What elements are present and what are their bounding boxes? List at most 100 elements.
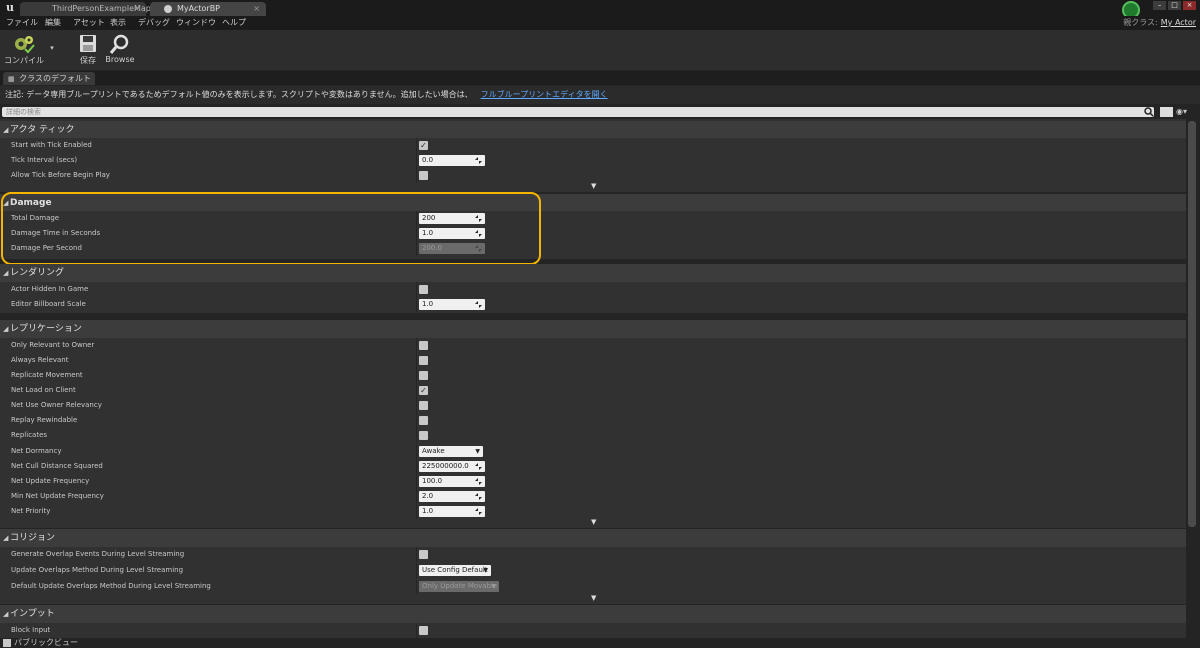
category-title: アクタ ティック	[10, 125, 75, 135]
menu-file[interactable]: ファイル	[6, 17, 38, 29]
property-row: Start with Tick Enabled ✓	[0, 138, 1186, 153]
browse-label: Browse	[105, 55, 135, 64]
property-row: Net Use Owner Relevancy	[0, 398, 1186, 413]
tick-interval-field[interactable]: 0.0	[419, 155, 485, 166]
maximize-button[interactable]: □	[1168, 1, 1181, 10]
chevron-down-icon: ▼	[491, 583, 496, 590]
public-view-label: パブリックビュー	[14, 638, 78, 647]
menu-bar: ファイル 編集 アセット 表示 デバッグ ウィンドウ ヘルプ	[0, 16, 1200, 30]
property-label: Net Dormancy	[11, 447, 62, 455]
net-load-on-client-checkbox[interactable]: ✓	[419, 386, 428, 395]
compile-button[interactable]: コンパイル	[4, 33, 44, 69]
menu-help[interactable]: ヘルプ	[222, 17, 246, 29]
property-label: Replicates	[11, 431, 48, 439]
property-row: Allow Tick Before Begin Play	[0, 168, 1186, 183]
generate-overlap-events-checkbox[interactable]	[419, 550, 428, 559]
property-row: Net Update Frequency 100.0	[0, 474, 1186, 489]
parent-class: 親クラス: My Actor	[1123, 17, 1196, 28]
compile-options-dropdown[interactable]: ▾	[46, 33, 58, 69]
property-row: Replay Rewindable	[0, 413, 1186, 428]
menu-debug[interactable]: デバッグ	[138, 17, 170, 29]
category-collision[interactable]: ◢ コリジョン	[0, 529, 1186, 547]
net-dormancy-dropdown[interactable]: Awake ▼	[419, 446, 483, 457]
property-row: Min Net Update Frequency 2.0	[0, 489, 1186, 504]
notice-text: 注記: データ専用ブループリントであるためデフォルト値のみを表示します。スクリプ…	[5, 90, 473, 99]
toolbar: コンパイル ▾ 保存 Browse	[0, 30, 1200, 70]
only-relevant-to-owner-checkbox[interactable]	[419, 341, 428, 350]
property-matrix-button[interactable]	[1160, 107, 1173, 117]
net-use-owner-relevancy-checkbox[interactable]	[419, 401, 428, 410]
menu-view[interactable]: 表示	[110, 17, 126, 29]
net-update-frequency-field[interactable]: 100.0	[419, 476, 485, 487]
compile-icon	[15, 36, 35, 54]
property-row: Net Priority 1.0	[0, 504, 1186, 519]
search-icon[interactable]	[1144, 107, 1154, 117]
menu-edit[interactable]: 編集	[45, 17, 61, 29]
category-rendering[interactable]: ◢ レンダリング	[0, 264, 1186, 282]
always-relevant-checkbox[interactable]	[419, 356, 428, 365]
save-button[interactable]: 保存	[75, 33, 101, 69]
collapse-arrow-icon: ◢	[3, 534, 9, 542]
field-value: 1.0	[422, 507, 434, 515]
min-net-update-frequency-field[interactable]: 2.0	[419, 491, 485, 502]
field-value: 0.0	[422, 156, 434, 164]
replicate-movement-checkbox[interactable]	[419, 371, 428, 380]
property-label: Only Relevant to Owner	[11, 341, 95, 349]
view-options-eye-icon[interactable]: ◉▾	[1176, 107, 1196, 117]
property-label: Allow Tick Before Begin Play	[11, 171, 110, 179]
update-overlaps-method-dropdown[interactable]: Use Config Default ▼	[419, 565, 491, 576]
dropdown-value: Use Config Default	[422, 566, 488, 574]
property-row: Generate Overlap Events During Level Str…	[0, 547, 1186, 562]
collapse-arrow-icon: ◢	[3, 610, 9, 618]
editor-billboard-scale-field[interactable]: 1.0	[419, 299, 485, 310]
category-input[interactable]: ◢ インプット	[0, 605, 1186, 623]
tab-class-defaults[interactable]: ▦ クラスのデフォルト	[3, 72, 95, 85]
net-cull-distance-field[interactable]: 225000000.0	[419, 461, 485, 472]
expand-arrow-icon: ▼	[591, 518, 597, 526]
property-row: Default Update Overlaps Method During Le…	[0, 579, 1186, 594]
block-input-checkbox[interactable]	[419, 626, 428, 635]
public-view-checkbox[interactable]	[3, 639, 11, 647]
browse-button[interactable]: Browse	[105, 33, 135, 69]
replay-rewindable-checkbox[interactable]	[419, 416, 428, 425]
property-row: Replicate Movement	[0, 368, 1186, 383]
save-label: 保存	[80, 56, 96, 65]
net-priority-field[interactable]: 1.0	[419, 506, 485, 517]
category-replication[interactable]: ◢ レプリケーション	[0, 320, 1186, 338]
property-label: Always Relevant	[11, 356, 69, 364]
category-actor-tick[interactable]: ◢ アクタ ティック	[0, 121, 1186, 139]
advanced-expander[interactable]: ▼	[0, 518, 1186, 528]
menu-asset[interactable]: アセット	[73, 17, 105, 29]
blueprint-icon	[164, 5, 172, 13]
spin-arrows-icon	[475, 493, 482, 500]
menu-window[interactable]: ウィンドウ	[176, 17, 216, 29]
allow-tick-before-begin-play-checkbox[interactable]	[419, 171, 428, 180]
collapse-arrow-icon: ◢	[3, 126, 9, 134]
advanced-expander[interactable]: ▼	[0, 594, 1186, 604]
advanced-expander[interactable]: ▼	[0, 182, 1186, 192]
category-title: インプット	[10, 609, 55, 619]
unreal-logo-icon[interactable]: u	[3, 1, 17, 15]
property-label: Block Input	[11, 626, 51, 634]
minimize-button[interactable]: –	[1153, 1, 1166, 10]
tab-my-actor-bp[interactable]: MyActorBP ×	[150, 2, 266, 16]
replicates-checkbox[interactable]	[419, 431, 428, 440]
expand-arrow-icon: ▼	[591, 594, 597, 602]
property-label: Editor Billboard Scale	[11, 300, 86, 308]
spin-arrows-icon	[475, 508, 482, 515]
open-full-blueprint-editor-link[interactable]: フルブループリントエディタを開く	[481, 90, 608, 99]
tab-third-person-example-map[interactable]: ThirdPersonExampleMap ×	[20, 2, 151, 16]
property-label: Min Net Update Frequency	[11, 492, 104, 500]
details-scrollbar[interactable]	[1188, 121, 1196, 527]
tab-close-icon[interactable]: ×	[253, 2, 260, 16]
tab-label: クラスのデフォルト	[19, 74, 92, 83]
property-row: Net Dormancy Awake ▼	[0, 444, 1186, 459]
parent-class-link[interactable]: My Actor	[1161, 18, 1196, 27]
details-search-input[interactable]: 詳細の検索	[2, 107, 1154, 117]
property-label: Update Overlaps Method During Level Stre…	[11, 566, 184, 574]
actor-hidden-in-game-checkbox[interactable]	[419, 285, 428, 294]
category-title: コリジョン	[10, 533, 56, 543]
start-with-tick-checkbox[interactable]: ✓	[419, 141, 428, 150]
close-button[interactable]: ×	[1183, 1, 1196, 10]
tab-close-icon[interactable]: ×	[133, 2, 140, 16]
